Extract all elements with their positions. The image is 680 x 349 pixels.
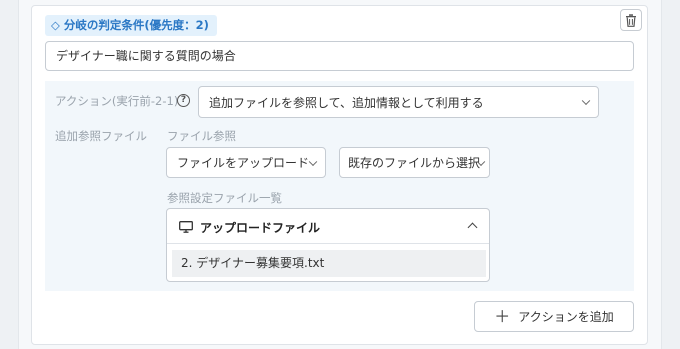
uploaded-files-panel: アップロードファイル 2. デザイナー募集要項.txt: [166, 208, 490, 282]
uploaded-files-header[interactable]: アップロードファイル: [167, 209, 489, 244]
uploaded-files-title: アップロードファイル: [200, 221, 321, 235]
trash-icon: [626, 13, 636, 27]
action-label: アクション(実行前-2-1): [55, 94, 179, 108]
chevron-up-icon[interactable]: [467, 222, 478, 233]
help-icon[interactable]: ?: [177, 94, 190, 107]
chevron-down-icon: [308, 157, 318, 166]
add-action-button[interactable]: ＋ アクションを追加: [474, 301, 634, 332]
add-action-button-label: アクションを追加: [518, 310, 614, 324]
condition-input[interactable]: デザイナー職に関する質問の場合: [45, 41, 634, 71]
reference-file-list-label: 参照設定ファイル一覧: [167, 191, 282, 205]
plus-icon: ＋: [494, 306, 511, 326]
monitor-icon: [179, 221, 193, 233]
reference-files-label: 追加参照ファイル: [55, 129, 147, 143]
existing-file-dropdown[interactable]: 既存のファイルから選択: [339, 147, 490, 178]
chevron-down-icon: [581, 96, 591, 106]
existing-file-dropdown-label: 既存のファイルから選択: [348, 156, 481, 170]
action-type-select-value: 追加ファイルを参照して、追加情報として利用する: [209, 95, 484, 110]
uploaded-file-item[interactable]: 2. デザイナー募集要項.txt: [172, 250, 486, 277]
upload-file-dropdown[interactable]: ファイルをアップロード: [166, 147, 326, 178]
delete-condition-button[interactable]: [620, 9, 642, 31]
upload-file-dropdown-label: ファイルをアップロード: [177, 156, 310, 170]
file-reference-label: ファイル参照: [167, 129, 236, 143]
action-type-select[interactable]: 追加ファイルを参照して、追加情報として利用する: [198, 86, 599, 118]
condition-priority-tag: ◇ 分岐の判定条件(優先度：2): [45, 15, 217, 36]
